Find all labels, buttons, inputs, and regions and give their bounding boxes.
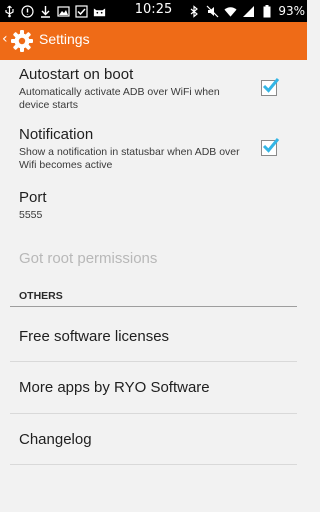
- checkmark-icon: [262, 138, 280, 153]
- bluetooth-icon: [188, 4, 201, 18]
- checkmark-icon: [262, 78, 280, 93]
- port-value: 5555: [19, 209, 43, 221]
- list-item-label: Free software licenses: [19, 328, 170, 345]
- autostart-checkbox[interactable]: [261, 78, 280, 96]
- pref-title: Got root permissions: [19, 250, 158, 267]
- back-caret-icon[interactable]: ‹: [2, 31, 8, 47]
- mute-icon: [206, 5, 219, 18]
- category-header: OTHERS: [19, 290, 63, 302]
- battery-percent: 93%: [278, 4, 305, 18]
- system-icons: 93%: [188, 3, 305, 19]
- pref-summary: Automatically activate ADB over WiFi whe…: [19, 86, 220, 111]
- list-item-label: Changelog: [19, 431, 92, 448]
- pref-title: Autostart on boot: [19, 66, 134, 83]
- divider: [10, 464, 297, 465]
- page-title: Settings: [39, 31, 90, 47]
- list-item-label: More apps by RYO Software: [19, 379, 210, 396]
- signal-icon: [242, 5, 255, 18]
- battery-icon: [260, 4, 273, 18]
- gear-icon[interactable]: [10, 29, 34, 53]
- pref-title: Notification: [19, 126, 94, 143]
- divider: [10, 413, 297, 414]
- wifi-icon: [224, 5, 237, 18]
- divider: [10, 361, 297, 362]
- category-divider: [10, 306, 297, 307]
- notification-checkbox[interactable]: [261, 138, 280, 156]
- action-bar: ‹ Settings: [0, 22, 307, 60]
- pref-title: Port: [19, 189, 47, 206]
- pref-summary: Show a notification in statusbar when AD…: [19, 146, 240, 171]
- status-bar: 10:25 93%: [0, 0, 307, 22]
